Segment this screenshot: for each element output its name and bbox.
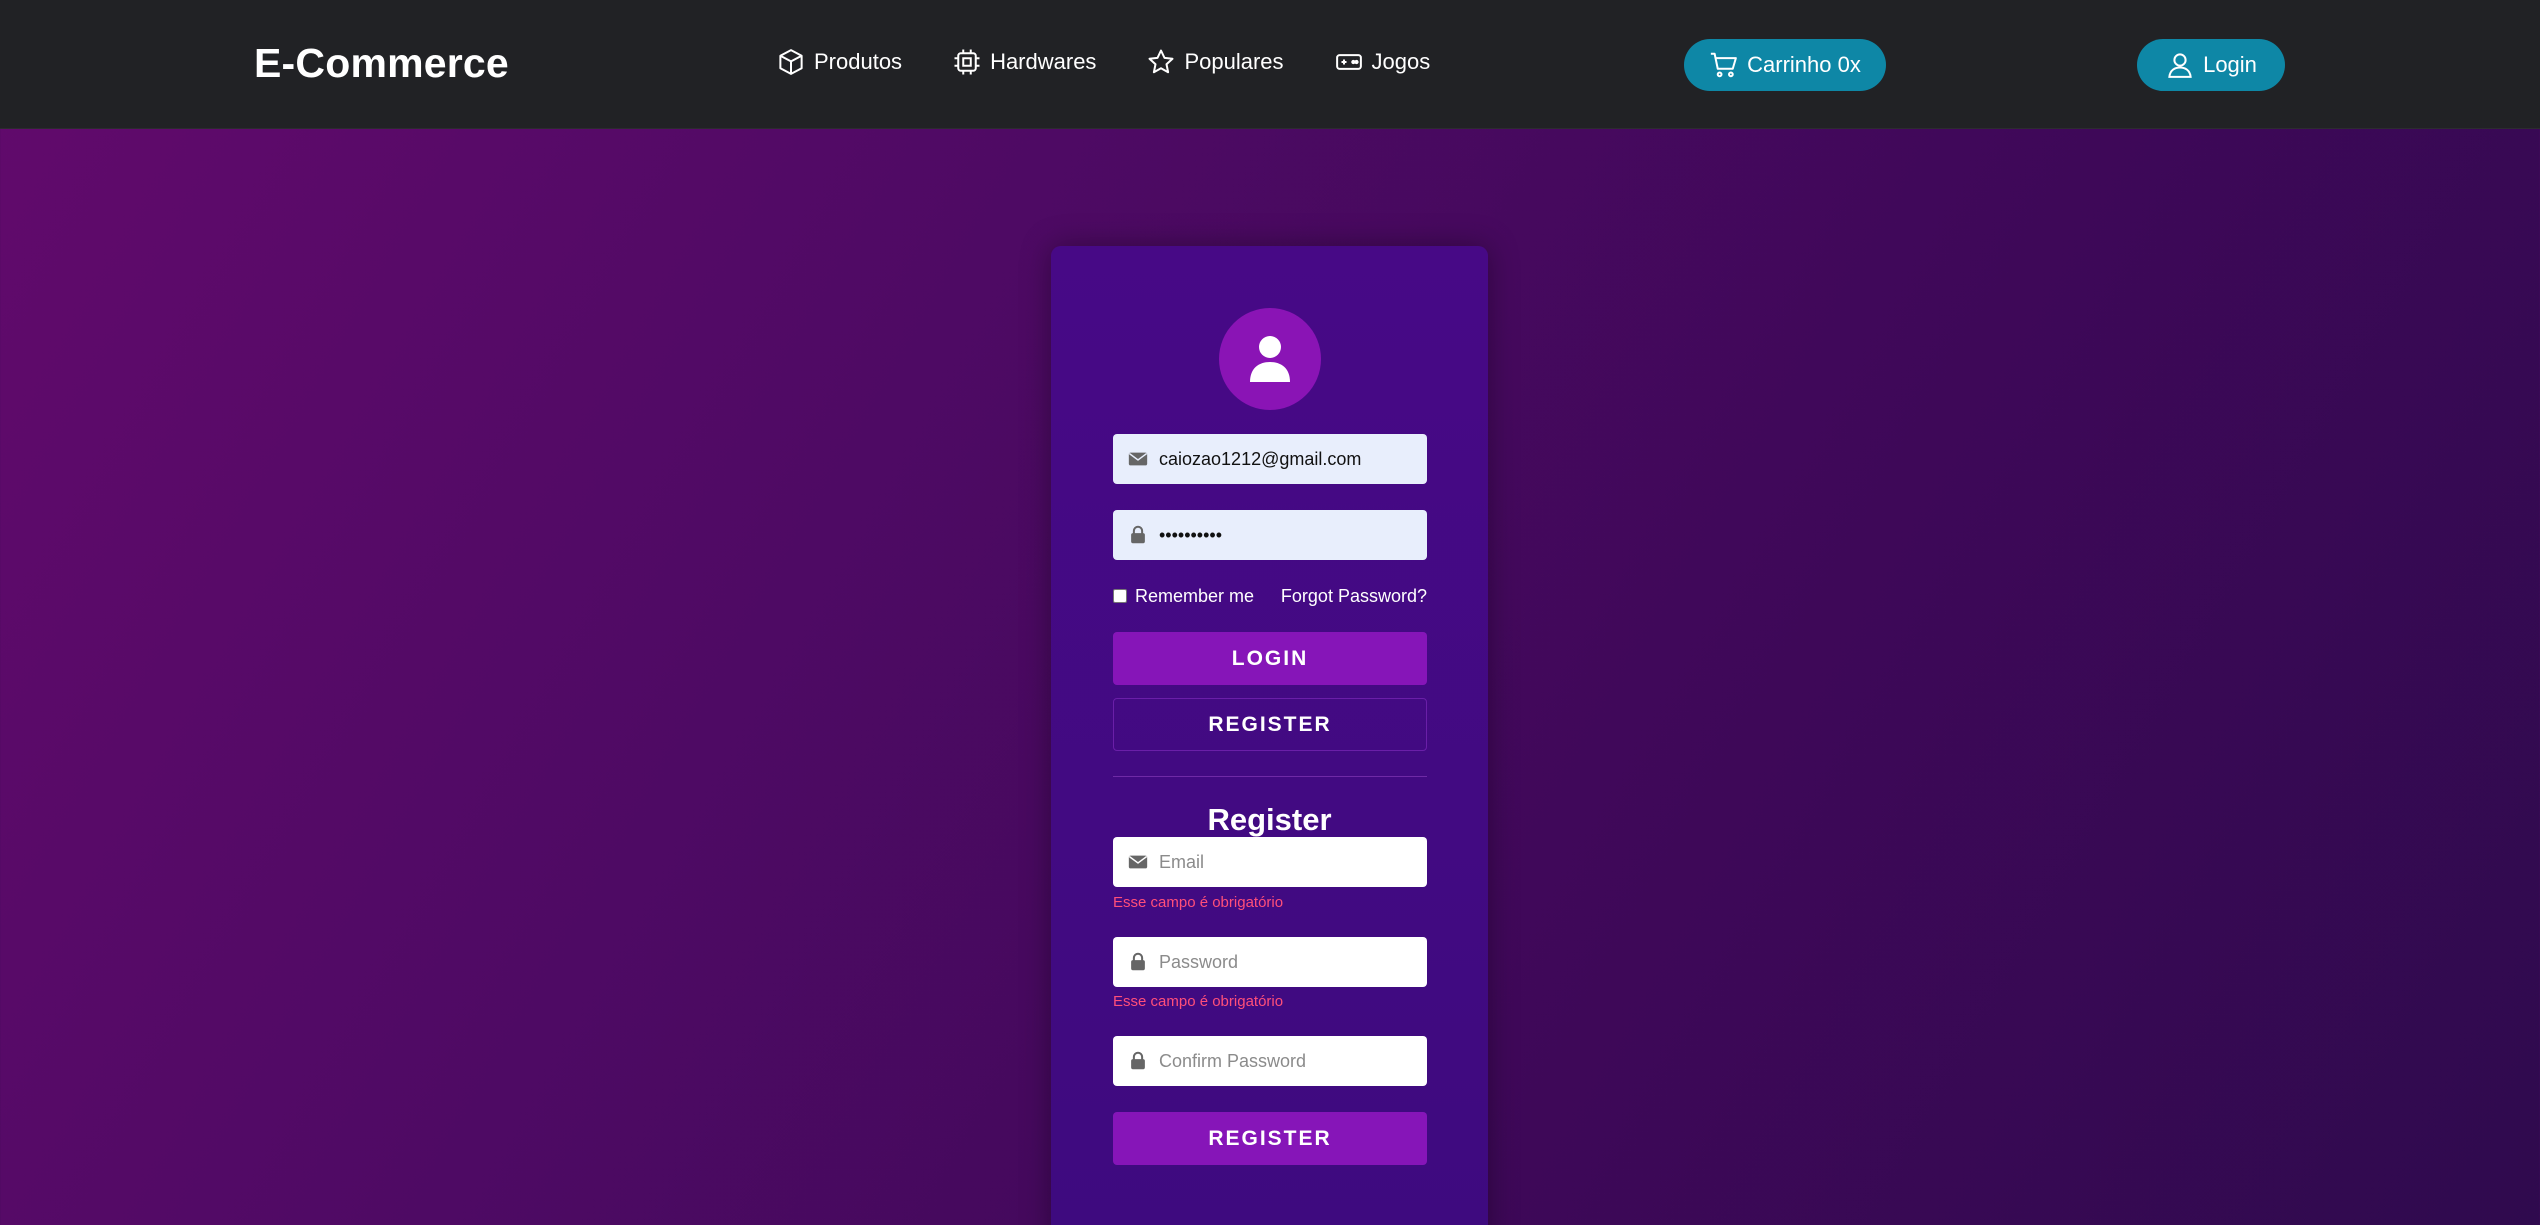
login-password-field[interactable] [1113, 510, 1427, 560]
login-nav-label: Login [2203, 52, 2257, 77]
nav-link-hardwares[interactable]: Hardwares [952, 47, 1096, 77]
nav-link-jogos[interactable]: Jogos [1334, 47, 1431, 77]
login-password-input[interactable] [1159, 524, 1419, 546]
star-icon [1148, 49, 1174, 74]
cart-button[interactable]: Carrinho 0x [1684, 39, 1886, 91]
brand-logo[interactable]: E-Commerce [254, 40, 509, 87]
cart-icon [1711, 52, 1738, 78]
email-error-text: Esse campo é obrigatório [1113, 894, 1284, 911]
register-email-field[interactable] [1113, 837, 1427, 887]
login-nav-button[interactable]: Login [2137, 39, 2285, 91]
cart-label: Carrinho 0x [1747, 52, 1861, 77]
remember-label: Remember me [1135, 585, 1255, 606]
remember-row: Remember me Forgot Password? [1113, 584, 1427, 608]
login-button[interactable]: LOGIN [1113, 632, 1427, 685]
envelope-icon [1128, 855, 1148, 869]
register-confirm-password-input[interactable] [1159, 1050, 1419, 1072]
top-navbar: E-Commerce Produtos Hardwares Populares [0, 0, 2540, 129]
nav-link-label: Populares [1184, 49, 1284, 74]
box-icon [779, 49, 803, 75]
register-email-input[interactable] [1159, 851, 1419, 873]
divider [1113, 776, 1427, 777]
register-password-input[interactable] [1159, 951, 1419, 973]
remember-me[interactable]: Remember me [1113, 586, 1254, 607]
nav-link-populares[interactable]: Populares [1146, 47, 1284, 77]
register-title: Register [1207, 802, 1332, 837]
register-submit-button[interactable]: REGISTER [1113, 1112, 1427, 1165]
user-avatar-icon [1250, 336, 1290, 382]
remember-checkbox[interactable] [1113, 589, 1127, 603]
login-email-field[interactable] [1113, 434, 1427, 484]
register-password-field[interactable] [1113, 937, 1427, 987]
lock-icon [1131, 952, 1145, 971]
password-error-text: Esse campo é obrigatório [1113, 993, 1284, 1010]
envelope-icon [1128, 452, 1148, 466]
avatar [1219, 308, 1321, 410]
login-email-input[interactable] [1159, 448, 1419, 470]
nav-link-label: Jogos [1371, 49, 1431, 74]
forgot-password-link[interactable]: Forgot Password? [1281, 586, 1427, 607]
register-confirm-password-field[interactable] [1113, 1036, 1427, 1086]
cpu-icon [954, 49, 980, 75]
nav-link-label: Produtos [814, 49, 903, 74]
gamepad-icon [1335, 54, 1362, 70]
lock-icon [1131, 525, 1145, 544]
register-toggle-button[interactable]: REGISTER [1113, 698, 1427, 751]
nav-links: Produtos Hardwares Populares Jogos [776, 44, 1480, 80]
nav-link-produtos[interactable]: Produtos [776, 47, 902, 77]
nav-link-label: Hardwares [990, 49, 1097, 74]
lock-icon [1131, 1051, 1145, 1070]
auth-card: Remember me Forgot Password? LOGIN REGIS… [1051, 246, 1488, 1225]
user-icon [2168, 53, 2192, 78]
